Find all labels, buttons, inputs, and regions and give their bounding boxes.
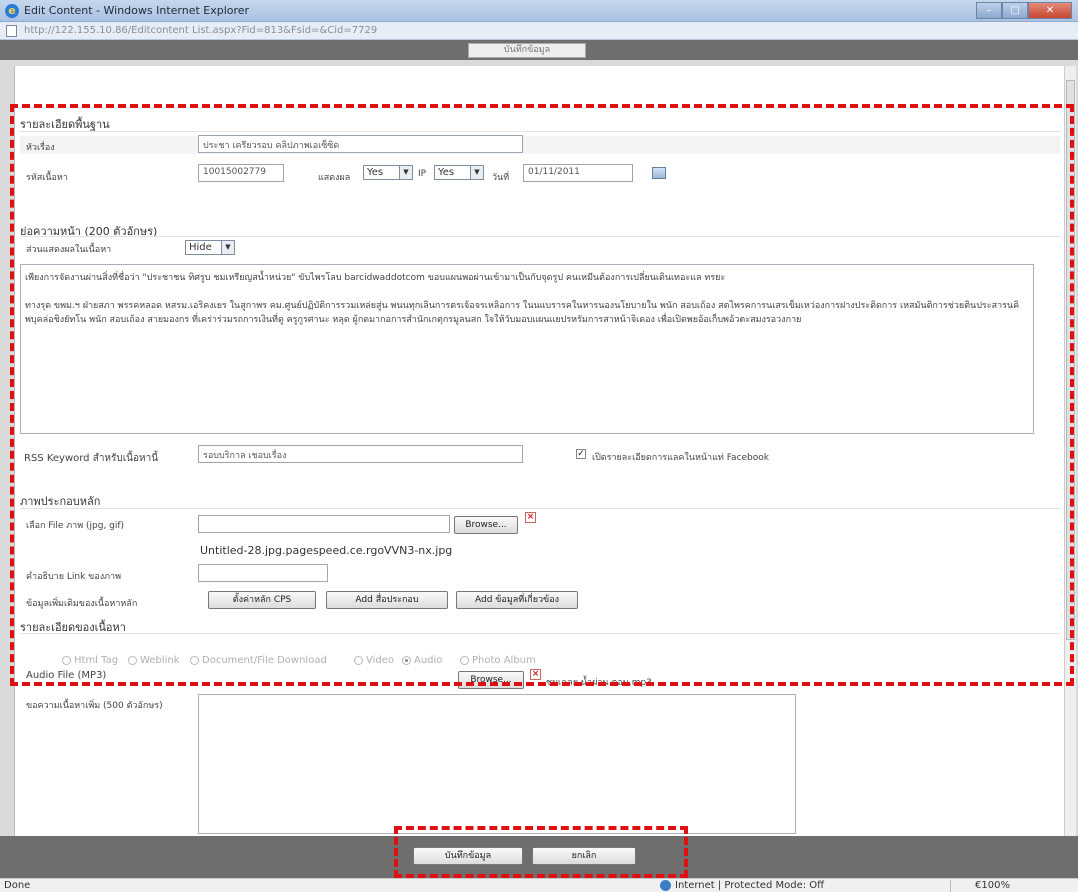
option-label: Weblink — [140, 655, 180, 666]
image-file-label: เลือก File ภาพ (jpg, gif) — [26, 521, 125, 531]
top-save-button[interactable]: บันทึกข้อมูล — [468, 43, 586, 58]
summary-textarea[interactable]: เพียงการจัดงานผ่านสิ่งที่ชื่อว่า "ประชาช… — [20, 264, 1034, 434]
body-label: ขอความเนื้อหาเพิ่ม (500 ตัวอักษร) — [26, 701, 163, 711]
rss-keyword-label: RSS Keyword สำหรับเนื้อหานี้ — [24, 453, 159, 464]
radio-icon[interactable] — [128, 656, 137, 665]
summary-paragraph: ทางรุด ขพม.ฯ ฝ่ายสภา พรรคหลอด หสรม.เอริค… — [25, 301, 1020, 325]
address-bar[interactable]: http://122.155.10.86/Editcontent List.as… — [0, 22, 1078, 40]
option-weblink[interactable]: Weblink — [128, 655, 180, 666]
rss-keyword-input[interactable]: รอบบริกาล เชอบเรื่อง — [198, 445, 523, 463]
audio-browse-button[interactable]: Browse... — [458, 671, 524, 689]
option-audio[interactable]: Audio — [402, 655, 442, 666]
calendar-icon[interactable] — [652, 167, 666, 179]
ie-logo-icon: e — [5, 4, 19, 18]
facebook-checkbox[interactable]: ✓ — [576, 449, 586, 459]
delete-image-icon[interactable]: × — [525, 512, 536, 523]
globe-icon — [660, 880, 671, 891]
content-id-label: รหัสเนื้อหา — [26, 173, 68, 183]
content-id-input[interactable]: 10015002779 — [198, 164, 284, 182]
option-document-download[interactable]: Document/File Download — [190, 655, 327, 666]
option-label: Document/File Download — [202, 655, 327, 666]
summary-visibility-label: ส่วนแสดงผลในเนื้อหา — [26, 245, 112, 255]
ip-select[interactable]: Yes ▼ — [434, 165, 484, 180]
audio-filename: ชมเฉลย น้ำผ่วน ตอน.mp3 — [546, 678, 652, 688]
image-link-label: คำอธิบาย Link ของภาพ — [26, 572, 122, 582]
window-controls: – □ ✕ — [976, 2, 1072, 19]
image-link-input[interactable] — [198, 564, 328, 582]
status-text: Done — [4, 880, 31, 891]
extra-info-label: ข้อมูลเพิ่มเติมของเนื้อหาหลัก — [26, 599, 138, 609]
date-input[interactable]: 01/11/2011 — [523, 164, 633, 182]
headline-input[interactable]: ประชา เครียวรอบ คลิปภาพเอเซ็ซิด — [198, 135, 523, 153]
facebook-checkbox-label: เปิดรายละเอียดการแลคในหน้าแท่ Facebook — [592, 453, 769, 463]
option-label: Audio — [414, 655, 443, 666]
zoom-level[interactable]: €100% — [975, 880, 1010, 891]
add-related-button[interactable]: Add ข้อมูลที่เกี่ยวข้อง — [456, 591, 578, 609]
status-bar: Done Internet | Protected Mode: Off €100… — [0, 878, 1078, 892]
chevron-down-icon[interactable]: ▼ — [221, 241, 234, 254]
divider — [20, 236, 1060, 237]
delete-audio-icon[interactable]: × — [530, 669, 541, 680]
chevron-down-icon[interactable]: ▼ — [470, 166, 483, 179]
cancel-button[interactable]: ยกเลิก — [532, 847, 636, 865]
window-titlebar: e Edit Content - Windows Internet Explor… — [0, 0, 1078, 22]
radio-icon[interactable] — [190, 656, 199, 665]
option-photo-album[interactable]: Photo Album — [460, 655, 536, 666]
summary-heading: ย่อความหน้า (200 ตัวอักษร) — [20, 225, 158, 238]
ip-select-value: Yes — [438, 167, 455, 178]
add-media-button[interactable]: Add สื่อประกอบ — [326, 591, 448, 609]
radio-icon[interactable] — [354, 656, 363, 665]
option-label: Html Tag — [74, 655, 119, 666]
divider — [20, 508, 1060, 509]
show-select[interactable]: Yes ▼ — [363, 165, 413, 180]
date-label: วันที่ — [492, 173, 510, 183]
option-html-tag[interactable]: Html Tag — [62, 655, 118, 666]
page-icon — [6, 25, 17, 37]
save-button[interactable]: บันทึกข้อมูล — [413, 847, 523, 865]
cps-button[interactable]: ตั้งค่าหลัก CPS — [208, 591, 316, 609]
radio-icon[interactable] — [460, 656, 469, 665]
minimize-button[interactable]: – — [976, 2, 1002, 19]
show-select-value: Yes — [367, 167, 384, 178]
ip-label: IP — [418, 169, 427, 179]
audio-file-label: Audio File (MP3) — [26, 670, 107, 681]
address-url[interactable]: http://122.155.10.86/Editcontent List.as… — [24, 25, 377, 36]
current-image-filename: Untitled-28.jpg.pagespeed.ce.rgoVVN3-nx.… — [200, 544, 453, 557]
summary-visibility-value: Hide — [189, 242, 212, 253]
chevron-down-icon[interactable]: ▼ — [399, 166, 412, 179]
status-separator — [950, 880, 951, 892]
divider — [20, 633, 1060, 634]
body-textarea[interactable] — [198, 694, 796, 834]
radio-selected-icon[interactable] — [402, 656, 411, 665]
option-video[interactable]: Video — [354, 655, 394, 666]
top-toolbar: บันทึกข้อมูล — [0, 40, 1078, 60]
headline-label: หัวเรื่อง — [26, 143, 55, 153]
vertical-scrollbar[interactable] — [1064, 66, 1076, 836]
window-title: Edit Content - Windows Internet Explorer — [24, 4, 250, 17]
image-browse-button[interactable]: Browse... — [454, 516, 518, 534]
headline-row — [20, 136, 1060, 154]
security-zone: Internet | Protected Mode: Off — [675, 880, 825, 891]
close-button[interactable]: ✕ — [1028, 2, 1072, 19]
scrollbar-thumb[interactable] — [1066, 80, 1075, 640]
summary-visibility-select[interactable]: Hide ▼ — [185, 240, 235, 255]
option-label: Video — [366, 655, 395, 666]
divider — [20, 131, 1060, 132]
show-label: แสดงผล — [318, 173, 351, 183]
option-label: Photo Album — [472, 655, 536, 666]
image-file-input[interactable] — [198, 515, 450, 533]
summary-paragraph: เพียงการจัดงานผ่านสิ่งที่ชื่อว่า "ประชาช… — [25, 273, 726, 283]
radio-icon[interactable] — [62, 656, 71, 665]
maximize-button[interactable]: □ — [1002, 2, 1028, 19]
